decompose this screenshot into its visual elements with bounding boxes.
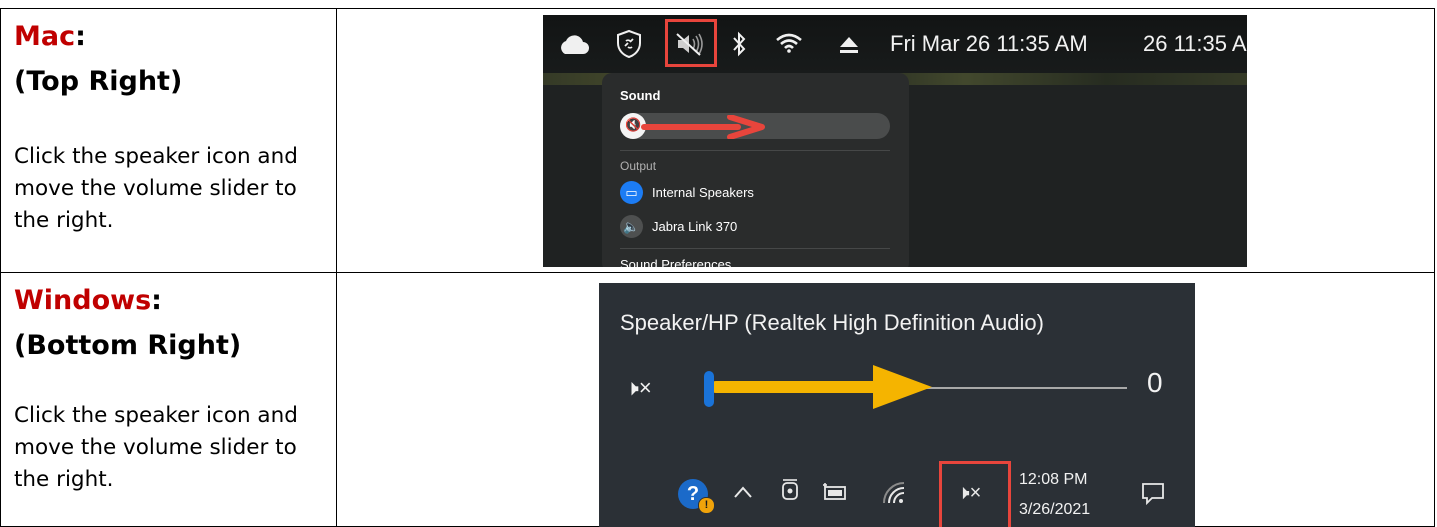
chevron-up-icon[interactable] xyxy=(733,485,753,499)
instruction-table: Mac: (Top Right) Click the speaker icon … xyxy=(0,8,1435,527)
windows-position: (Bottom Right) xyxy=(14,330,242,361)
wifi-icon[interactable] xyxy=(775,32,803,54)
mac-heading: Mac: xyxy=(14,23,86,50)
sound-panel: Sound 🔇 Output ▭ Internal Speakers 🔈 Jab… xyxy=(602,73,909,267)
clock-date[interactable]: 3/26/2021 xyxy=(1019,501,1090,519)
mac-instruction: Click the speaker icon and move the volu… xyxy=(14,144,298,233)
eject-icon[interactable] xyxy=(838,35,860,55)
mute-toggle-icon[interactable]: 🕨× xyxy=(625,373,652,403)
windows-screenshot: Speaker/HP (Realtek High Definition Audi… xyxy=(599,283,1195,527)
warning-badge-icon: ! xyxy=(698,497,715,514)
mac-position: (Top Right) xyxy=(14,66,183,97)
bluetooth-icon[interactable] xyxy=(731,30,747,58)
output-label: Jabra Link 370 xyxy=(652,219,738,234)
shield-link-icon[interactable] xyxy=(615,29,643,59)
sound-preferences-link[interactable]: Sound Preferences... xyxy=(620,257,742,267)
output-section-label: Output xyxy=(620,159,657,173)
output-internal-speakers[interactable]: ▭ Internal Speakers xyxy=(620,181,890,205)
output-label: Internal Speakers xyxy=(652,185,754,200)
windows-instruction: Click the speaker icon and move the volu… xyxy=(14,403,298,492)
highlight-box-windows-speaker xyxy=(939,461,1011,527)
windows-label-cell: Windows: (Bottom Right) Click the speake… xyxy=(0,272,337,527)
arrow-right-icon xyxy=(710,365,932,409)
clock-time[interactable]: 12:08 PM xyxy=(1019,471,1087,489)
volume-slider-thumb[interactable] xyxy=(704,371,714,407)
os-name-mac: Mac xyxy=(14,21,76,52)
cloud-icon[interactable] xyxy=(557,35,589,55)
display-icon: ▭ xyxy=(620,181,643,204)
windows-heading: Windows: xyxy=(14,287,162,314)
mac-label-cell: Mac: (Top Right) Click the speaker icon … xyxy=(0,8,337,273)
divider xyxy=(620,248,890,249)
audio-device-name[interactable]: Speaker/HP (Realtek High Definition Audi… xyxy=(620,310,1044,336)
sound-panel-title: Sound xyxy=(620,88,661,103)
wifi-icon[interactable] xyxy=(882,481,908,505)
os-name-windows: Windows xyxy=(14,285,152,316)
menubar-date-time-duplicate: 26 11:35 AM xyxy=(1143,31,1247,56)
menubar-date-time[interactable]: Fri Mar 26 11:35 AM xyxy=(890,29,1088,59)
arrow-right-icon xyxy=(641,115,765,139)
heading-colon: : xyxy=(75,21,86,52)
highlight-box-mac-speaker xyxy=(665,19,717,67)
divider xyxy=(620,150,890,151)
output-jabra-link[interactable]: 🔈 Jabra Link 370 xyxy=(620,215,890,239)
windows-screenshot-cell: Speaker/HP (Realtek High Definition Audi… xyxy=(336,272,1435,527)
notification-icon[interactable] xyxy=(1140,480,1166,506)
heading-colon: : xyxy=(151,285,162,316)
speaker-icon: 🔈 xyxy=(620,215,643,238)
meet-now-icon[interactable] xyxy=(779,477,801,507)
mac-screenshot-cell: Fri Mar 26 11:35 AM 26 11:35 AM Sound 🔇 … xyxy=(336,8,1435,273)
battery-icon[interactable] xyxy=(821,483,849,503)
volume-value: 0 xyxy=(1147,367,1163,398)
mac-screenshot: Fri Mar 26 11:35 AM 26 11:35 AM Sound 🔇 … xyxy=(543,15,1247,267)
